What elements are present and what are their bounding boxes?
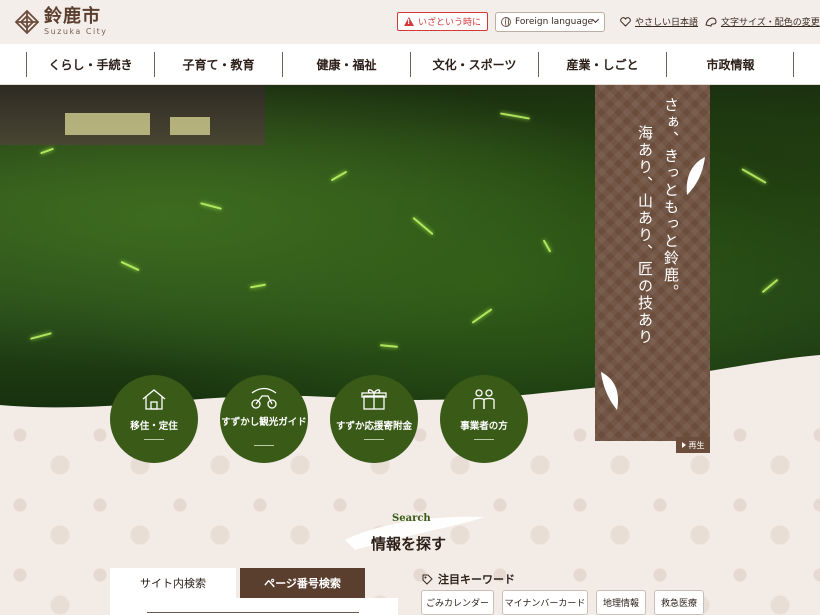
nav-divider [793, 52, 794, 77]
motorcycle-icon [251, 387, 277, 409]
quick-link-label: すずかし観光ガイド [221, 417, 307, 428]
language-select-value: Foreign language [515, 17, 594, 27]
site-header: 鈴鹿市 Suzuka City いざという時に Foreign language… [0, 0, 820, 44]
search-subtitle: Search [392, 513, 431, 524]
play-button[interactable]: 再生 [676, 437, 710, 453]
quick-link-label: 事業者の方 [460, 421, 508, 432]
tab-site-search[interactable]: サイト内検索 [110, 568, 236, 598]
people-icon [473, 389, 495, 409]
easy-japanese-link[interactable]: やさしい日本語 [620, 15, 698, 28]
language-select[interactable]: Foreign language [495, 12, 605, 32]
quick-link-relocation[interactable]: 移住・定住 [110, 375, 198, 463]
keywords-heading: 注目キーワード [422, 571, 515, 587]
hero-house [0, 85, 265, 145]
play-icon [681, 442, 686, 448]
warning-icon [404, 17, 414, 26]
gift-icon [361, 389, 387, 410]
catchcopy-line2: 海あり、山あり、匠の技あり [636, 125, 654, 346]
global-nav: くらし・手続き 子育て・教育 健康・福祉 文化・スポーツ 産業・しごと 市政情報 [0, 44, 820, 85]
quick-link-business[interactable]: 事業者の方 [440, 375, 528, 463]
house-icon [142, 389, 166, 410]
keyword-button[interactable]: ごみカレンダー [421, 590, 494, 615]
keyword-button[interactable]: マイナンバーカード [502, 590, 588, 615]
logo-title: 鈴鹿市 [44, 6, 101, 27]
play-label: 再生 [688, 440, 705, 450]
nav-item-city-info[interactable]: 市政情報 [666, 52, 794, 77]
font-color-settings-label: 文字サイズ・配色の変更 [721, 18, 820, 28]
heart-icon [620, 16, 631, 27]
nav-item-industry[interactable]: 産業・しごと [538, 52, 666, 77]
site-logo[interactable]: 鈴鹿市 Suzuka City [14, 8, 108, 36]
quick-link-label: すずか応援寄附金 [335, 421, 412, 432]
font-color-settings-link[interactable]: 文字サイズ・配色の変更 [705, 15, 820, 28]
globe-icon [501, 17, 511, 27]
tag-icon [422, 574, 433, 585]
nav-item-childcare[interactable]: 子育て・教育 [154, 52, 282, 77]
emergency-label: いざという時に [418, 18, 482, 28]
quick-link-tourism[interactable]: すずかし観光ガイド [220, 375, 308, 463]
catchcopy-banner: さぁ、きっともっと鈴鹿。 海あり、山あり、匠の技あり [595, 85, 710, 441]
emergency-button[interactable]: いざという時に [397, 12, 489, 31]
catchcopy-line1: さぁ、きっともっと鈴鹿。 [662, 97, 680, 301]
quick-link-label: 移住・定住 [130, 421, 178, 432]
easy-japanese-label: やさしい日本語 [635, 18, 699, 28]
keywords-heading-label: 注目キーワード [438, 573, 515, 586]
keyword-button[interactable]: 地理情報 [596, 590, 646, 615]
logo-subtitle: Suzuka City [44, 27, 108, 36]
tab-page-number-search[interactable]: ページ番号検索 [240, 568, 365, 598]
logo-mark-icon [14, 9, 40, 35]
palette-icon [705, 16, 717, 27]
search-title: 情報を探す [371, 535, 447, 553]
leaf-icon-2 [601, 372, 619, 410]
nav-item-living[interactable]: くらし・手続き [26, 52, 154, 77]
leaf-icon [686, 157, 705, 195]
nav-item-health[interactable]: 健康・福祉 [282, 52, 410, 77]
nav-item-culture[interactable]: 文化・スポーツ [410, 52, 538, 77]
keyword-button[interactable]: 救急医療 [654, 590, 704, 615]
quick-link-donation[interactable]: すずか応援寄附金 [330, 375, 418, 463]
